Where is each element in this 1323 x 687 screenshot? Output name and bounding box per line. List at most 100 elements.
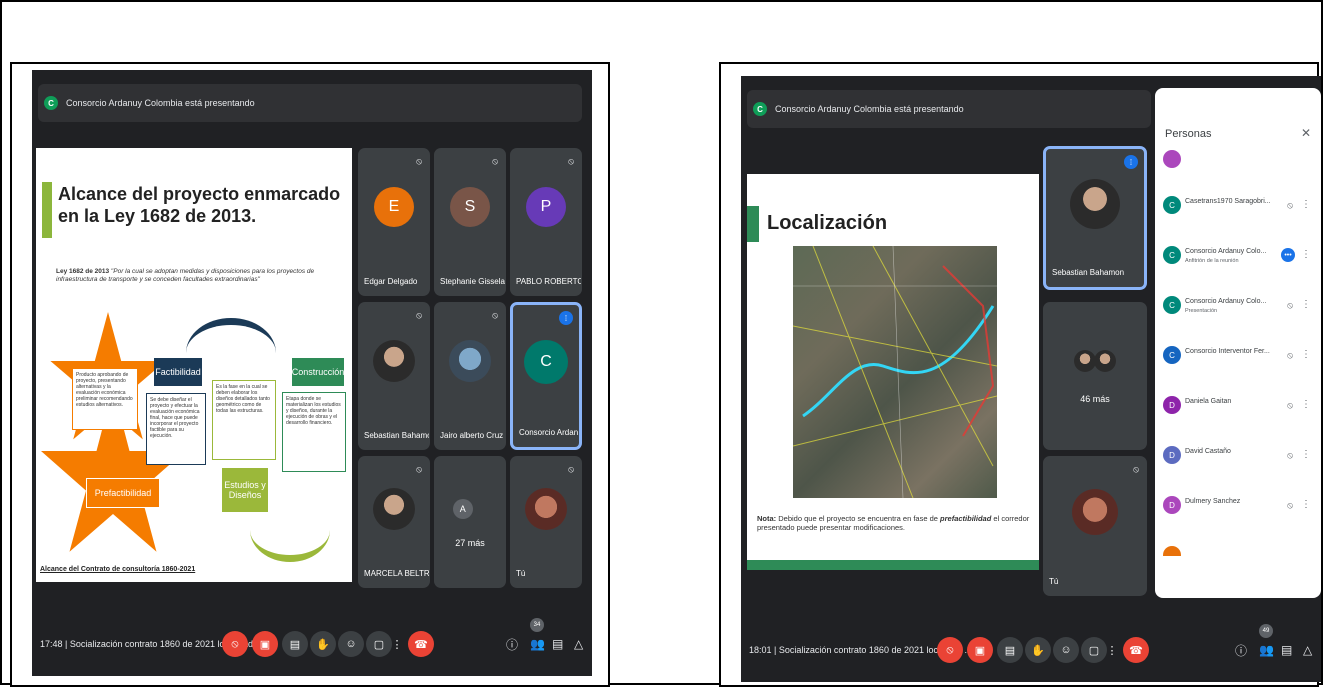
mic-off-icon[interactable]: ⦸ [1287,400,1293,411]
raise-hand-button[interactable]: ✋ [310,631,336,657]
slide-title: Localización [767,212,888,234]
person-row[interactable]: C Consorcio Ardanuy Colo... Presentación ⦸ ⋮ [1163,286,1315,330]
person-name: Daniela Gaitan [1185,398,1232,405]
chat-icon[interactable]: ▤ [1281,643,1292,657]
leave-call-button[interactable]: ☎ [408,631,434,657]
mic-off-icon[interactable]: ⦸ [1287,300,1293,311]
participant-name: PABLO ROBERTO R... [516,277,581,286]
estudios-box: Es la fase en la cual se deben elaborar … [212,380,276,460]
person-row[interactable]: C Casetrans1970 Saragobri... ⦸ ⋮ [1163,186,1315,230]
slide-subtitle: Ley 1682 de 2013 "Por la cual se adoptan… [56,268,315,284]
prefactibilidad-label: Prefactibilidad [86,478,160,508]
participant-tile[interactable]: ⦸ P PABLO ROBERTO R... [510,148,582,296]
avatar [1163,546,1181,556]
activities-icon[interactable]: △ [1303,643,1312,657]
more-participants-tile[interactable]: A 27 más [434,456,506,588]
avatar: C [1163,196,1181,214]
people-icon[interactable]: 👥 [530,637,545,651]
avatar: A [452,498,473,519]
person-row[interactable]: C Consorcio Ardanuy Colo... Anfitrión de l… [1163,236,1315,280]
presenting-text: Consorcio Ardanuy Colombia está presenta… [775,104,964,114]
mic-off-icon[interactable]: ⦸ [1287,450,1293,461]
slide-title: Alcance del proyecto enmarcado en la Ley… [58,184,341,226]
right-screenshot: C Consorcio Ardanuy Colombia está presen… [719,62,1321,687]
self-tile[interactable]: ⦸ Tú [1043,456,1147,596]
present-button[interactable]: ▢ [366,631,392,657]
self-tile[interactable]: ⦸ Tú [510,456,582,588]
more-count: 27 más [455,537,485,548]
people-icon[interactable]: 👥 [1259,643,1274,657]
construccion-box: Etapa donde se materializan los estudios… [282,392,346,472]
participant-tile[interactable]: ⦸ S Stephanie Gissela ... [434,148,506,296]
mic-off-icon[interactable]: ⦸ [1287,500,1293,511]
mic-off-icon: ⦸ [568,464,574,474]
mic-toggle-button[interactable]: ⦸ [937,637,963,663]
more-vert-icon[interactable]: ⋮ [1301,399,1311,410]
mic-toggle-button[interactable]: ⦸ [222,631,248,657]
camera-toggle-button[interactable]: ▣ [967,637,993,663]
activities-icon[interactable]: △ [574,637,583,651]
leave-call-button[interactable]: ☎ [1123,637,1149,663]
mic-off-icon: ⦸ [416,310,422,320]
more-vert-icon[interactable]: ⋮ [1301,199,1311,210]
avatar-photo [525,487,567,530]
reactions-button[interactable]: ☺ [338,631,364,657]
participant-tile[interactable]: ⦸ Jairo alberto Cruz [434,302,506,450]
more-participants-tile[interactable]: 46 más [1043,302,1147,450]
avatar-photo [373,487,415,530]
arc-top [186,318,276,388]
person-role: Presentación [1185,308,1218,314]
mic-off-icon: ⦸ [1133,464,1139,474]
avatar: C [1163,296,1181,314]
left-screenshot: C Consorcio Ardanuy Colombia está presen… [10,62,610,687]
camera-toggle-button[interactable]: ▣ [252,631,278,657]
more-options-button[interactable]: ⋮ [1105,637,1119,663]
presenting-banner: C Consorcio Ardanuy Colombia está presen… [747,90,1151,128]
more-vert-icon[interactable]: ⋮ [1301,499,1311,510]
mic-off-icon[interactable]: ⦸ [1287,200,1293,211]
avatar [1163,150,1181,168]
mic-off-icon: ⦸ [416,156,422,166]
info-icon[interactable]: ⓘ [506,636,518,653]
prefactibilidad-box: Producto aprobando de proyecto, presenta… [72,368,138,430]
speaking-icon: ⁞ [559,311,573,325]
participant-tile[interactable]: ⦸ Sebastian Bahamon [358,302,430,450]
more-vert-icon[interactable]: ⋮ [1301,299,1311,310]
info-icon[interactable]: ⓘ [1235,642,1247,659]
presenting-banner: C Consorcio Ardanuy Colombia está presen… [38,84,582,122]
slide-accent-bar [42,182,52,238]
avatar-photo [1070,179,1120,230]
person-name: Dulmery Sanchez [1185,498,1241,505]
participant-name: Tú [1049,577,1059,586]
more-vert-icon[interactable]: ⋮ [1301,349,1311,360]
participant-tile-active[interactable]: ⁞ C Consorcio Ardanuy... [510,302,582,450]
participant-tile[interactable]: ⦸ E Edgar Delgado [358,148,430,296]
person-row[interactable]: C Consorcio Interventor Fer... ⦸ ⋮ [1163,336,1315,380]
participant-tile-active[interactable]: ⁞ Sebastian Bahamon [1043,146,1147,290]
person-row[interactable]: D David Castaño ⦸ ⋮ [1163,436,1315,480]
person-row[interactable]: D Daniela Gaitan ⦸ ⋮ [1163,386,1315,430]
captions-button[interactable]: ▤ [997,637,1023,663]
call-controls: 17:48 | Socialización contrato 1860 de 2… [32,612,592,676]
more-options-button[interactable]: ⋮ [390,631,404,657]
more-vert-icon[interactable]: ⋮ [1301,449,1311,460]
people-panel: Personas ✕ C Casetrans1970 Saragobri... ⦸ ⋮… [1155,88,1321,598]
mic-off-icon[interactable]: ⦸ [1287,350,1293,361]
chat-icon[interactable]: ▤ [552,637,563,651]
captions-button[interactable]: ▤ [282,631,308,657]
page: C Consorcio Ardanuy Colombia está presen… [0,0,1323,687]
reactions-button[interactable]: ☺ [1053,637,1079,663]
close-icon[interactable]: ✕ [1301,126,1311,140]
raise-hand-button[interactable]: ✋ [1025,637,1051,663]
more-vert-icon[interactable]: ⋮ [1301,249,1311,260]
location-map [793,246,997,498]
people-count-badge: 34 [530,618,544,632]
person-row[interactable]: D Dulmery Sanchez ⦸ ⋮ [1163,486,1315,530]
participant-name: Sebastian Bahamon [364,431,429,440]
presenter-icon: C [44,96,58,110]
avatar-photo [449,340,491,383]
present-button[interactable]: ▢ [1081,637,1107,663]
mic-off-icon: ⦸ [492,310,498,320]
slide-footer-bar [747,560,1039,570]
participant-tile[interactable]: ⦸ MARCELA BELTRÁ... [358,456,430,588]
